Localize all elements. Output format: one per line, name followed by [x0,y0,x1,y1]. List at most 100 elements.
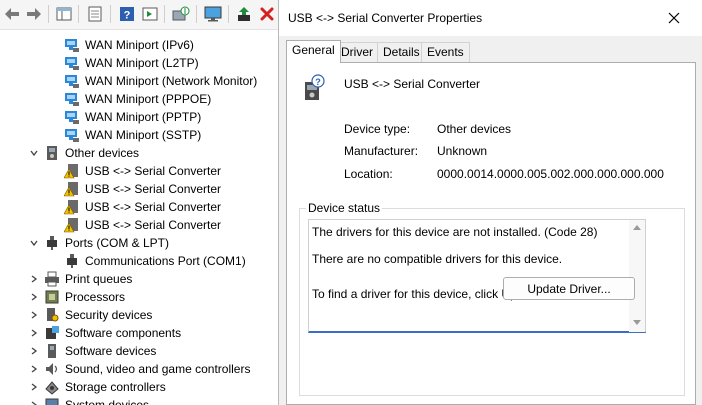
location-label: Location: [344,167,393,181]
printer-icon [45,271,59,287]
tree-item-label: Communications Port (COM1) [85,254,246,268]
chevron-right-icon[interactable] [28,360,40,378]
software-device-icon [48,344,56,358]
tree-item-label: System devices [65,398,150,405]
tree-item-label: WAN Miniport (IPv6) [85,38,194,52]
close-button[interactable] [645,0,702,36]
update-driver-icon[interactable] [233,4,255,24]
network-adapter-icon [65,129,79,142]
chevron-right-icon[interactable] [28,306,40,324]
warning-device-icon [64,182,78,197]
tree-item[interactable]: WAN Miniport (SSTP) [64,126,201,144]
device-tree: WAN Miniport (IPv6) WAN Miniport (L2TP) … [0,30,278,405]
tree-item-label: WAN Miniport (SSTP) [85,128,202,142]
com-port-icon [67,254,77,268]
ports-icon [47,236,57,250]
device-status-text[interactable]: The drivers for this device are not inst… [308,219,646,333]
tree-item[interactable]: USB <-> Serial Converter [64,216,221,234]
tab-details[interactable]: Details [377,42,426,62]
device-type-value: Other devices [437,122,512,136]
svg-text:?: ? [124,10,131,22]
tree-item-label: USB <-> Serial Converter [85,182,222,196]
show-hide-console-tree-icon[interactable] [53,4,75,24]
network-adapter-icon [65,111,79,124]
tree-category-software-components[interactable]: Software components [28,324,181,342]
tree-item[interactable]: USB <-> Serial Converter [64,198,221,216]
display-icon[interactable] [202,4,224,24]
tree-item-label: Other devices [65,146,140,160]
tab-events[interactable]: Events [421,42,470,62]
tree-category-processors[interactable]: Processors [28,288,125,306]
tree-category-security-devices[interactable]: Security devices [28,306,152,324]
scan-hardware-icon[interactable] [170,4,192,24]
help-icon[interactable]: ? [116,4,138,24]
device-type-label: Device type: [344,122,411,136]
chevron-right-icon[interactable] [28,288,40,306]
tree-item-label: Processors [65,290,126,304]
tree-item[interactable]: USB <-> Serial Converter [64,162,221,180]
tree-item-label: Print queues [65,272,133,286]
tree-item-label: USB <-> Serial Converter [85,200,222,214]
tree-item-label: WAN Miniport (PPTP) [85,110,202,124]
tree-item-label: WAN Miniport (PPPOE) [85,92,212,106]
warning-device-icon [64,218,78,233]
tree-item[interactable]: WAN Miniport (Network Monitor) [64,72,257,90]
security-device-icon [47,308,59,322]
chevron-down-icon[interactable] [28,144,40,162]
tree-category-software-devices[interactable]: Software devices [28,342,156,360]
tree-item-label: USB <-> Serial Converter [85,164,222,178]
scroll-down-icon[interactable] [633,320,641,325]
tree-item-label: WAN Miniport (L2TP) [85,56,199,70]
tree-item[interactable]: WAN Miniport (PPTP) [64,108,201,126]
tree-item[interactable]: WAN Miniport (IPv6) [64,36,194,54]
tree-item[interactable]: Communications Port (COM1) [64,252,246,270]
tree-category-system-devices[interactable]: System devices [28,396,149,405]
update-driver-button[interactable]: Update Driver... [503,277,635,300]
chevron-right-icon[interactable] [28,378,40,396]
tree-category-other-devices[interactable]: Other devices [28,144,139,162]
unknown-device-icon: ? [305,74,325,100]
dialog-titlebar[interactable]: USB <-> Serial Converter Properties [279,0,702,36]
chevron-right-icon[interactable] [28,324,40,342]
manufacturer-label: Manufacturer: [344,144,419,158]
tree-item-label: Sound, video and game controllers [65,362,251,376]
chevron-right-icon[interactable] [28,396,40,405]
chevron-right-icon[interactable] [28,270,40,288]
tree-item-label: WAN Miniport (Network Monitor) [85,74,258,88]
tree-category-sound-video[interactable]: Sound, video and game controllers [28,360,250,378]
tree-item[interactable]: WAN Miniport (PPPOE) [64,90,211,108]
tree-item-label: USB <-> Serial Converter [85,218,222,232]
software-component-icon [46,326,59,339]
back-icon[interactable] [1,4,23,24]
uninstall-icon[interactable] [256,4,278,24]
tree-item[interactable]: USB <-> Serial Converter [64,180,221,198]
tree-category-ports[interactable]: Ports (COM & LPT) [28,234,169,252]
tab-driver[interactable]: Driver [335,42,379,62]
device-status-group: Device status The drivers for this devic… [299,201,685,396]
forward-icon[interactable] [23,4,45,24]
chevron-right-icon[interactable] [28,342,40,360]
speaker-icon [46,363,58,375]
properties-icon[interactable] [84,4,106,24]
dialog-title: USB <-> Serial Converter Properties [288,11,483,25]
location-value: 0000.0014.0000.005.002.000.000.000.000 [437,167,664,181]
tree-item[interactable]: WAN Miniport (L2TP) [64,54,199,72]
warning-device-icon [64,200,78,215]
chevron-down-icon[interactable] [28,234,40,252]
svg-text:?: ? [315,77,321,87]
storage-icon [45,381,59,395]
scroll-up-icon[interactable] [633,225,641,230]
network-adapter-icon [65,75,79,88]
device-status-title: Device status [306,201,383,215]
network-adapter-icon [65,39,79,52]
warning-device-icon [64,164,78,179]
action-pane-icon[interactable] [139,4,161,24]
tree-category-storage-controllers[interactable]: Storage controllers [28,378,166,396]
tree-item-label: Storage controllers [65,380,166,394]
network-adapter-icon [65,57,79,70]
tree-category-print-queues[interactable]: Print queues [28,270,132,288]
tree-item-label: Ports (COM & LPT) [65,236,170,250]
tree-item-label: Software components [65,326,182,340]
tab-general[interactable]: General [286,40,341,63]
status-scrollbar[interactable] [629,220,645,332]
